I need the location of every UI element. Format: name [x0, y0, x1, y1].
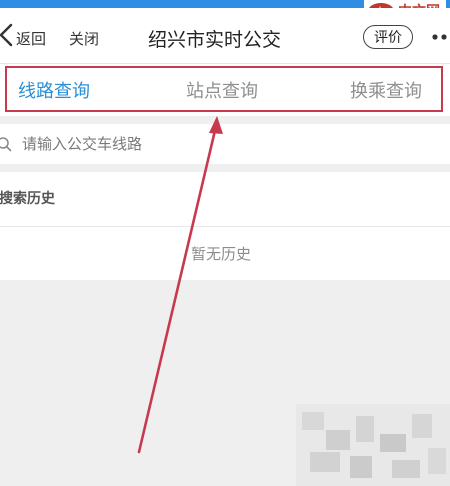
- rate-button-label: 评价: [374, 30, 402, 46]
- search-history-header: 搜索历史: [0, 172, 450, 227]
- route-search-input[interactable]: [22, 132, 432, 156]
- more-icon[interactable]: [432, 32, 450, 42]
- app-header: 返回 关闭 绍兴市实时公交 评价: [0, 8, 450, 64]
- rate-button[interactable]: 评价: [363, 25, 413, 49]
- search-icon: [0, 137, 12, 152]
- back-button[interactable]: 返回: [16, 28, 46, 49]
- back-icon[interactable]: [0, 22, 14, 48]
- search-history-title: 搜索历史: [0, 191, 55, 207]
- empty-history-text: 暂无历史: [191, 245, 252, 263]
- tabs-highlight-box: [5, 66, 443, 112]
- search-history-list: 暂无历史: [0, 227, 450, 280]
- search-bar: [0, 124, 450, 164]
- page-title: 绍兴市实时公交: [148, 29, 282, 51]
- close-button[interactable]: 关闭: [69, 28, 99, 49]
- blurred-image-corner: [296, 404, 450, 486]
